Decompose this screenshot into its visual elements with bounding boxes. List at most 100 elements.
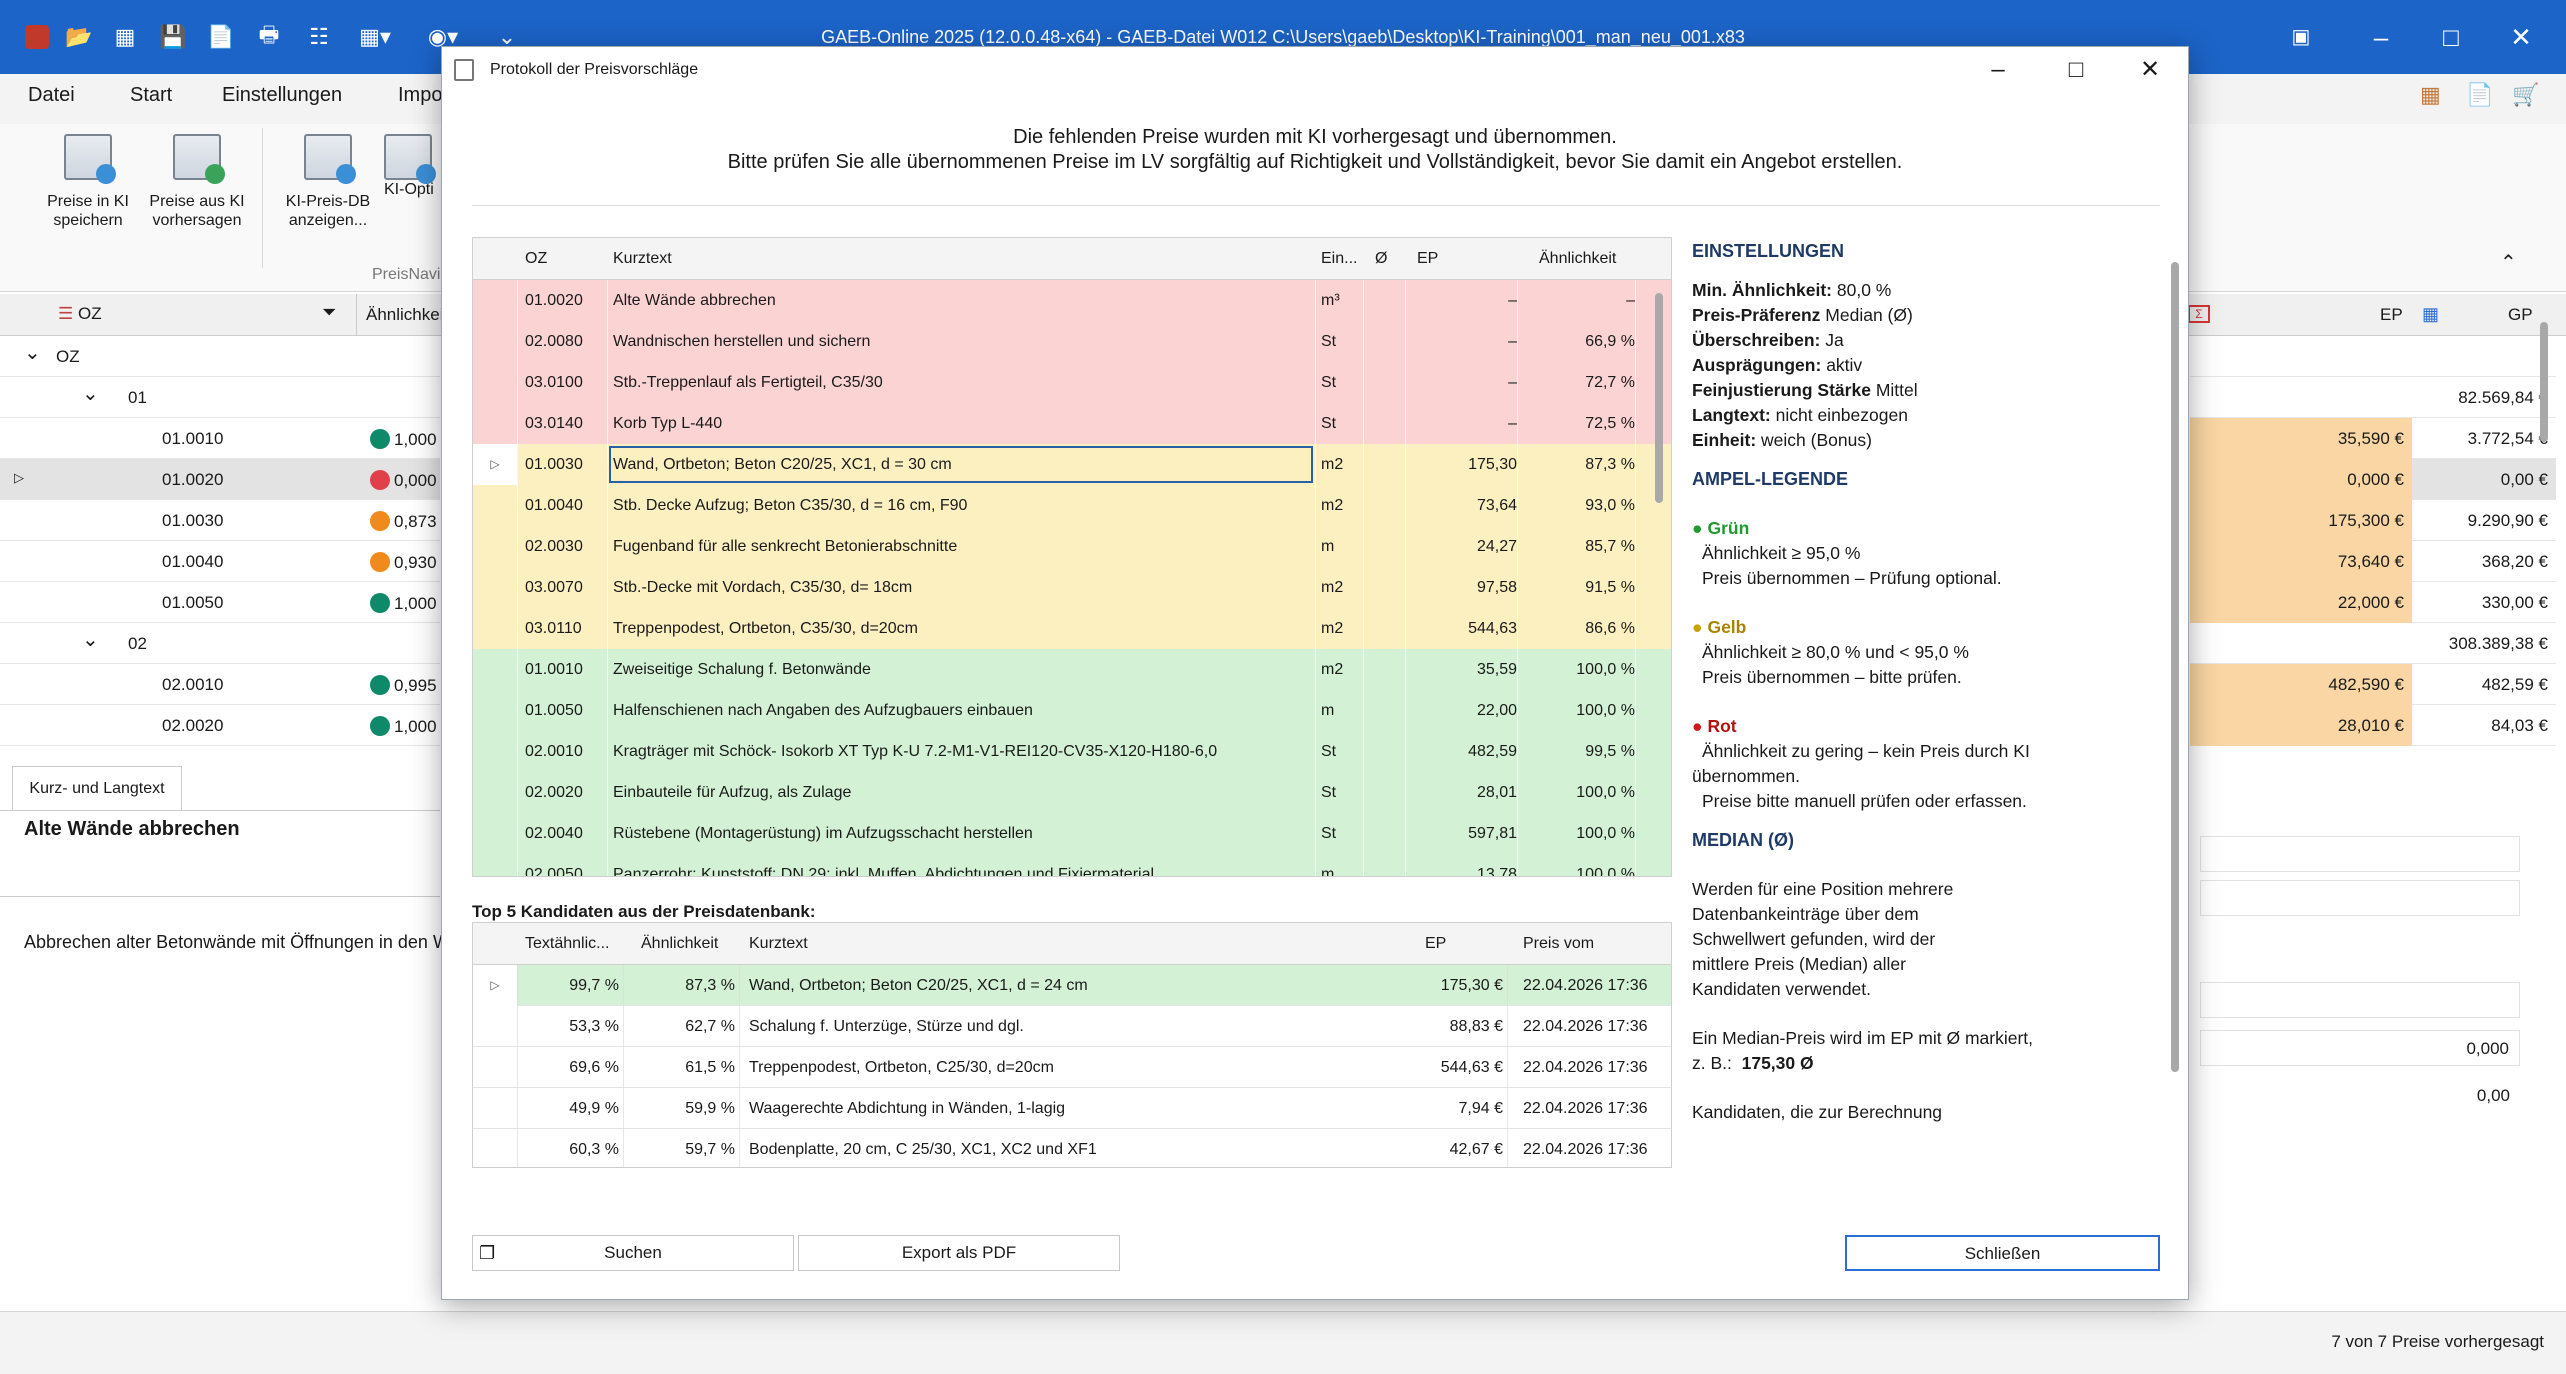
sum-icon[interactable]: Σ [2188, 305, 2210, 323]
right-field-value[interactable]: 0,000 [2200, 1030, 2520, 1066]
grid-row[interactable]: 01.0010 1,000 [0, 418, 440, 459]
candidate-row[interactable]: ▷ 99,7 % 87,3 % Wand, Ortbeton; Beton C20/2… [473, 965, 1671, 1006]
grid-row-right[interactable]: 175,300 € 9.290,90 € [2190, 500, 2556, 541]
ai-price-db-button[interactable]: KI-Preis-DB anzeigen... [278, 134, 378, 230]
grid-row-right[interactable]: 308.389,38 € [2190, 623, 2556, 664]
col-kurztext[interactable]: Kurztext [613, 250, 672, 268]
layout-grid-icon[interactable]: ▦▾ [350, 20, 400, 54]
grid-row-right[interactable]: 28,010 € 84,03 € [2190, 705, 2556, 746]
grid-row-right[interactable]: 73,640 € 368,20 € [2190, 541, 2556, 582]
candidate-row[interactable]: 49,9 % 59,9 % Waagerechte Abdichtung in Wä… [473, 1088, 1671, 1129]
position-row[interactable]: 01.0050 Halfenschienen nach Angaben des A… [473, 690, 1671, 731]
position-row[interactable]: ▷ 01.0030 Wand, Ortbeton; Beton C20/25, XC… [473, 444, 1671, 485]
position-row[interactable]: 03.0070 Stb.-Decke mit Vordach, C35/30, d… [473, 567, 1671, 608]
candidate-row[interactable]: 60,3 % 59,7 % Bodenplatte, 20 cm, C 25/30,… [473, 1129, 1671, 1167]
ribbon-extra-icon-2[interactable]: 📄 [2466, 82, 2493, 108]
dialog-minimize-button[interactable]: – [1960, 47, 2036, 93]
expand-chevron-icon[interactable]: ⌄ [82, 381, 99, 406]
col-cand-ep[interactable]: EP [1425, 935, 1446, 953]
grid-row-ep: 22,000 € [2190, 582, 2412, 623]
menu-einstellungen[interactable]: Einstellungen [222, 84, 342, 107]
position-row[interactable]: 01.0010 Zweiseitige Schalung f. Betonwänd… [473, 649, 1671, 690]
menu-datei[interactable]: Datei [28, 84, 75, 107]
grid-col-ep[interactable]: EP [2380, 305, 2403, 325]
col-aehnlichkeit[interactable]: Ähnlichkeit [1539, 250, 1616, 268]
info-panel-scrollbar[interactable] [2171, 262, 2179, 1072]
positions-scrollbar[interactable] [1655, 293, 1663, 503]
position-row[interactable]: 02.0080 Wandnischen herstellen und sicher… [473, 321, 1671, 362]
grid-row[interactable]: 01.0040 0,930 [0, 541, 440, 582]
grid-col-gp[interactable]: GP [2508, 305, 2533, 325]
save-prices-ai-button[interactable]: Preise in KI speichern [38, 134, 138, 230]
right-field-b[interactable] [2200, 880, 2520, 916]
position-row[interactable]: 01.0020 Alte Wände abbrechen m³ – – [473, 280, 1671, 321]
candidate-row[interactable]: 53,3 % 62,7 % Schalung f. Unterzüge, Stürz… [473, 1006, 1671, 1047]
col-einheit[interactable]: Ein... [1321, 250, 1357, 268]
menu-start[interactable]: Start [130, 84, 172, 107]
grid-row[interactable]: 01.0020 ▷ 0,000 [0, 459, 440, 500]
restore-panel-icon[interactable]: ▣ [2256, 0, 2346, 74]
grid-col-oz[interactable]: ☰ OZ [58, 304, 102, 324]
position-row[interactable]: 01.0040 Stb. Decke Aufzug; Beton C35/30, … [473, 485, 1671, 526]
excel-icon[interactable]: ▦ [108, 20, 142, 54]
col-median[interactable]: Ø [1375, 250, 1387, 268]
grid-row[interactable]: 02 ⌄ [0, 623, 440, 664]
position-row[interactable]: 03.0100 Stb.-Treppenlauf als Fertigteil, … [473, 362, 1671, 403]
grid-row[interactable]: 02.0010 0,995 [0, 664, 440, 705]
col-textaehnlichkeit[interactable]: Textähnlic... [525, 935, 609, 953]
grid-scrollbar[interactable] [2540, 322, 2548, 442]
col-preis-vom[interactable]: Preis vom [1523, 935, 1594, 953]
position-cell-kt: Rüstebene (Montagerüstung) im Aufzugssch… [613, 825, 1033, 842]
grid-row[interactable]: 01 ⌄ [0, 377, 440, 418]
grid-row[interactable]: 02.0020 1,000 [0, 705, 440, 746]
sort-icon[interactable]: ⏷ [322, 302, 336, 323]
menu-import[interactable]: Impo [398, 84, 442, 107]
col-oz[interactable]: OZ [525, 250, 547, 268]
position-row[interactable]: 02.0030 Fugenband für alle senkrecht Beto… [473, 526, 1671, 567]
dialog-maximize-button[interactable]: □ [2038, 47, 2114, 93]
grid-row[interactable]: 01.0050 1,000 [0, 582, 440, 623]
grid-row-right[interactable]: 82.569,84 € [2190, 377, 2556, 418]
position-row[interactable]: 03.0140 Korb Typ L-440 St – 72,5 % [473, 403, 1671, 444]
table-sum-icon[interactable]: ▦ [2422, 304, 2439, 325]
cart-icon[interactable]: 🛒 [2512, 82, 2539, 108]
export-pdf-button[interactable]: Export als PDF [798, 1235, 1120, 1271]
print-icon[interactable]: 🖶 [252, 20, 286, 54]
expand-chevron-icon[interactable]: ⌄ [82, 627, 99, 652]
position-row[interactable]: 03.0110 Treppenpodest, Ortbeton, C35/30, … [473, 608, 1671, 649]
col-cand-aehnlichkeit[interactable]: Ähnlichkeit [641, 935, 718, 953]
position-row[interactable]: 02.0020 Einbauteile für Aufzug, als Zulag… [473, 772, 1671, 813]
close-dialog-button[interactable]: Schließen [1845, 1235, 2160, 1271]
open-folder-icon[interactable]: 📂 [62, 20, 96, 54]
predict-prices-ai-button[interactable]: Preise aus KI vorhersagen [142, 134, 252, 230]
dialog-close-button[interactable]: ✕ [2112, 47, 2188, 93]
grid-row-right[interactable] [2190, 336, 2556, 377]
position-row[interactable]: 02.0040 Rüstebene (Montagerüstung) im Auf… [473, 813, 1671, 854]
expand-chevron-icon[interactable]: ⌄ [24, 340, 41, 365]
cell-divider [517, 280, 518, 321]
candidate-row[interactable]: 69,6 % 61,5 % Treppenpodest, Ortbeton, C25… [473, 1047, 1671, 1088]
form-icon[interactable]: ☷ [302, 20, 336, 54]
col-cand-kurztext[interactable]: Kurztext [749, 935, 808, 953]
grid-row-right[interactable]: 0,000 € 0,00 € [2190, 459, 2556, 500]
ai-options-button[interactable]: KI-Opti [384, 134, 444, 199]
grid-row-right[interactable]: 22,000 € 330,00 € [2190, 582, 2556, 623]
document-icon[interactable]: 📄 [204, 20, 238, 54]
grid-row[interactable]: 01.0030 0,873 [0, 500, 440, 541]
search-button[interactable]: ❐ Suchen [472, 1235, 794, 1271]
grid-row-right[interactable]: 35,590 € 3.772,54 € [2190, 418, 2556, 459]
collapse-ribbon-icon[interactable]: ⌃ [2500, 250, 2517, 275]
ribbon-extra-icon-1[interactable]: ▦ [2420, 82, 2441, 108]
grid-col-sim[interactable]: Ähnlichkeit [366, 305, 448, 325]
col-ep[interactable]: EP [1417, 250, 1438, 268]
tab-kurz-langtext[interactable]: Kurz- und Langtext [12, 766, 182, 810]
grid-row-right[interactable]: 482,590 € 482,59 € [2190, 664, 2556, 705]
right-field-a[interactable] [2200, 836, 2520, 872]
save-icon[interactable]: 💾 [156, 20, 190, 54]
close-button[interactable]: ✕ [2476, 0, 2566, 74]
grid-row[interactable]: OZ ⌄ [0, 336, 440, 377]
right-field-c[interactable] [2200, 982, 2520, 1018]
position-row[interactable]: 02.0010 Kragträger mit Schöck- Isokorb XT… [473, 731, 1671, 772]
position-row[interactable]: 02.0050 Panzerrohr; Kunststoff; DN 29; in… [473, 854, 1671, 876]
long-text[interactable]: Abbrechen alter Betonwände mit Öffnungen… [24, 932, 450, 953]
